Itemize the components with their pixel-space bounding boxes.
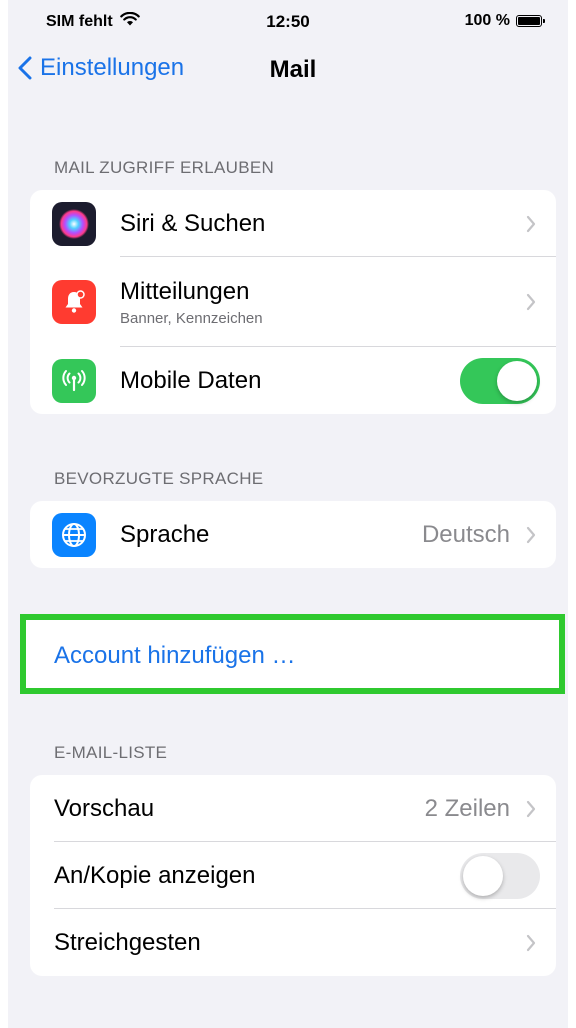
language-row[interactable]: Sprache Deutsch bbox=[30, 501, 556, 568]
siri-search-row[interactable]: Siri & Suchen bbox=[30, 190, 556, 257]
navigation-bar: Einstellungen Mail bbox=[8, 50, 568, 94]
access-group: Siri & Suchen Mitteilungen Banner, Kennz… bbox=[30, 190, 556, 414]
status-right: 100 % bbox=[464, 12, 545, 30]
siri-icon bbox=[52, 201, 96, 246]
preview-value: 2 Zeilen bbox=[424, 794, 510, 822]
chevron-right-icon bbox=[526, 800, 536, 817]
show-cc-row: An/Kopie anzeigen bbox=[30, 842, 556, 909]
swipe-gestures-row[interactable]: Streichgesten bbox=[30, 909, 556, 976]
page-title: Mail bbox=[8, 56, 568, 84]
language-label: Sprache bbox=[120, 520, 210, 548]
notifications-bell-icon bbox=[52, 280, 96, 324]
mobile-data-row: Mobile Daten bbox=[30, 347, 556, 414]
globe-icon bbox=[52, 512, 96, 557]
section-header-language: BEVORZUGTE SPRACHE bbox=[54, 469, 264, 488]
battery-percent: 100 % bbox=[464, 12, 510, 29]
chevron-right-icon bbox=[526, 215, 536, 232]
status-bar: SIM fehlt 12:50 100 % bbox=[8, 10, 568, 36]
section-header-list: E-MAIL-LISTE bbox=[54, 743, 168, 762]
notifications-label: Mitteilungen bbox=[120, 277, 250, 305]
toggle-knob bbox=[463, 855, 503, 896]
preview-label: Vorschau bbox=[54, 794, 155, 822]
notifications-row[interactable]: Mitteilungen Banner, Kennzeichen bbox=[30, 257, 556, 347]
settings-screen: SIM fehlt 12:50 100 % Einstellungen Mail bbox=[8, 0, 568, 1028]
chevron-right-icon bbox=[526, 293, 536, 311]
add-account-button[interactable]: Account hinzufügen … bbox=[54, 642, 296, 670]
notifications-subtitle: Banner, Kennzeichen bbox=[120, 309, 263, 327]
language-group: Sprache Deutsch bbox=[30, 501, 556, 568]
swipe-gestures-label: Streichgesten bbox=[54, 928, 201, 956]
mobile-data-toggle[interactable] bbox=[460, 357, 540, 404]
list-group: Vorschau 2 Zeilen An/Kopie anzeigen Stre… bbox=[30, 775, 556, 976]
notifications-text: Mitteilungen Banner, Kennzeichen bbox=[96, 278, 263, 327]
page-title-text: Mail bbox=[269, 56, 317, 83]
toggle-knob bbox=[497, 360, 537, 401]
mobile-data-label: Mobile Daten bbox=[120, 366, 262, 394]
language-value: Deutsch bbox=[421, 520, 510, 548]
antenna-icon bbox=[52, 358, 96, 403]
siri-search-label: Siri & Suchen bbox=[120, 209, 266, 237]
chevron-right-icon bbox=[526, 934, 536, 951]
show-cc-toggle[interactable] bbox=[460, 852, 540, 899]
section-header-access: MAIL ZUGRIFF ERLAUBEN bbox=[54, 158, 275, 177]
chevron-right-icon bbox=[526, 526, 536, 543]
battery-icon bbox=[516, 15, 545, 27]
show-cc-label: An/Kopie anzeigen bbox=[54, 861, 256, 889]
preview-row[interactable]: Vorschau 2 Zeilen bbox=[30, 775, 556, 842]
